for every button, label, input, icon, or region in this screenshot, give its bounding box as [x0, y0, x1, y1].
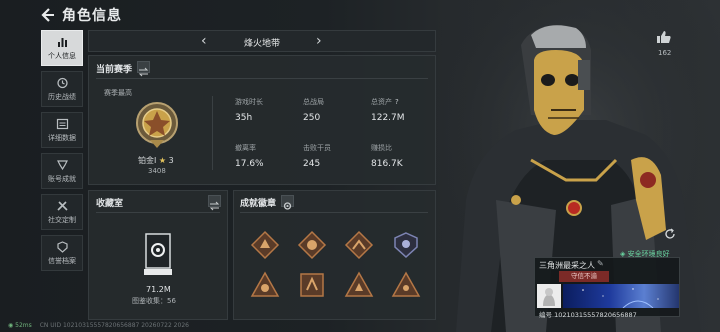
achievement-badge-icon[interactable] — [297, 230, 327, 260]
edit-icon[interactable]: ✎ — [597, 259, 604, 268]
achievement-badge-icon[interactable] — [344, 230, 374, 260]
stat-total-matches: 总战局 250 — [303, 98, 324, 123]
divider — [96, 212, 220, 213]
achievement-badge-icon[interactable] — [297, 270, 327, 300]
footer-status: ◉ 52ms CN UID 10210315557820656887 20260… — [8, 322, 189, 329]
divider — [96, 78, 428, 79]
player-card[interactable]: 三角洲最采之人 ✎ 守信不渝 编号 10210315557820656887 — [534, 257, 680, 319]
settings-icon[interactable] — [281, 195, 294, 210]
map-name: 烽火地带 — [243, 39, 280, 49]
rank-name: 铂金I ★ 3 — [138, 156, 174, 165]
avatar[interactable] — [537, 284, 561, 308]
vault-value: 71.2M — [146, 285, 171, 294]
stat-total-assets: 总资产? 122.7M — [371, 98, 405, 123]
bar-chart-icon — [57, 37, 67, 47]
sidebar-item-label: 历史战绩 — [48, 92, 76, 101]
star-icon: ★ — [158, 156, 167, 165]
stat-kills: 击败干员 245 — [303, 144, 331, 169]
sidebar-item-social[interactable]: 社交定制 — [41, 194, 83, 230]
sidebar-item-label: 详细数据 — [48, 133, 76, 142]
achievement-badge-icon[interactable] — [391, 230, 421, 260]
reputation-tag: 守信不渝 — [559, 271, 609, 282]
vault-collection-count: 图鉴收集：56 — [132, 297, 176, 305]
rank-badge-icon — [136, 102, 178, 148]
page-title: 角色信息 — [62, 8, 122, 24]
sidebar: 个人信息 历史战绩 详细数据 账号成就 社交定制 信誉档案 — [41, 30, 83, 276]
back-arrow-icon[interactable] — [38, 6, 56, 24]
rotate-icon[interactable] — [664, 228, 676, 240]
help-icon[interactable]: ? — [395, 98, 399, 106]
thumbs-up-icon[interactable] — [656, 30, 672, 44]
season-best-label: 赛季最高 — [104, 89, 132, 97]
chevron-right-icon[interactable]: › — [316, 33, 322, 49]
map-selector: ‹ 烽火地带 › — [88, 30, 436, 52]
season-title: 当前赛季 — [96, 65, 133, 75]
vault-title: 收藏室 — [96, 199, 124, 209]
sidebar-item-label: 账号成就 — [48, 174, 76, 183]
swap-icon[interactable] — [137, 61, 150, 77]
stat-profit-ratio: 赚损比 816.7K — [371, 144, 403, 169]
like-count: 162 — [658, 49, 672, 57]
sidebar-item-label: 信誉档案 — [48, 256, 76, 265]
divider — [212, 96, 213, 170]
reputation-icon — [56, 240, 68, 253]
tools-icon — [56, 200, 68, 211]
swap-icon[interactable] — [208, 195, 221, 211]
achievement-icon — [56, 159, 68, 170]
sidebar-item-label: 个人信息 — [48, 51, 76, 60]
divider — [240, 212, 428, 213]
data-icon — [56, 118, 68, 129]
rank-score: 3408 — [148, 167, 166, 175]
display-case-icon[interactable] — [143, 232, 173, 278]
player-name: 三角洲最采之人 — [539, 261, 595, 270]
player-uid: 编号 10210315557820656887 — [539, 311, 637, 319]
achievement-badge-icon[interactable] — [250, 230, 280, 260]
sidebar-item-achievements[interactable]: 账号成就 — [41, 153, 83, 189]
name-card-banner — [563, 284, 679, 308]
stat-play-time: 游戏时长 35h — [235, 98, 263, 123]
sidebar-item-reputation[interactable]: 信誉档案 — [41, 235, 83, 271]
achievement-badge-icon[interactable] — [344, 270, 374, 300]
stat-extraction-rate: 撤离率 17.6% — [235, 144, 264, 169]
achievement-badge-icon[interactable] — [391, 270, 421, 300]
achievements-title: 成就徽章 — [240, 199, 277, 209]
achievement-badge-icon[interactable] — [250, 270, 280, 300]
sidebar-item-personal-info[interactable]: 个人信息 — [41, 30, 83, 66]
sidebar-item-label: 社交定制 — [48, 215, 76, 224]
sidebar-item-history[interactable]: 历史战绩 — [41, 71, 83, 107]
sidebar-item-detail-data[interactable]: 详细数据 — [41, 112, 83, 148]
history-icon — [56, 77, 68, 88]
wifi-icon: ◉ — [8, 322, 14, 329]
